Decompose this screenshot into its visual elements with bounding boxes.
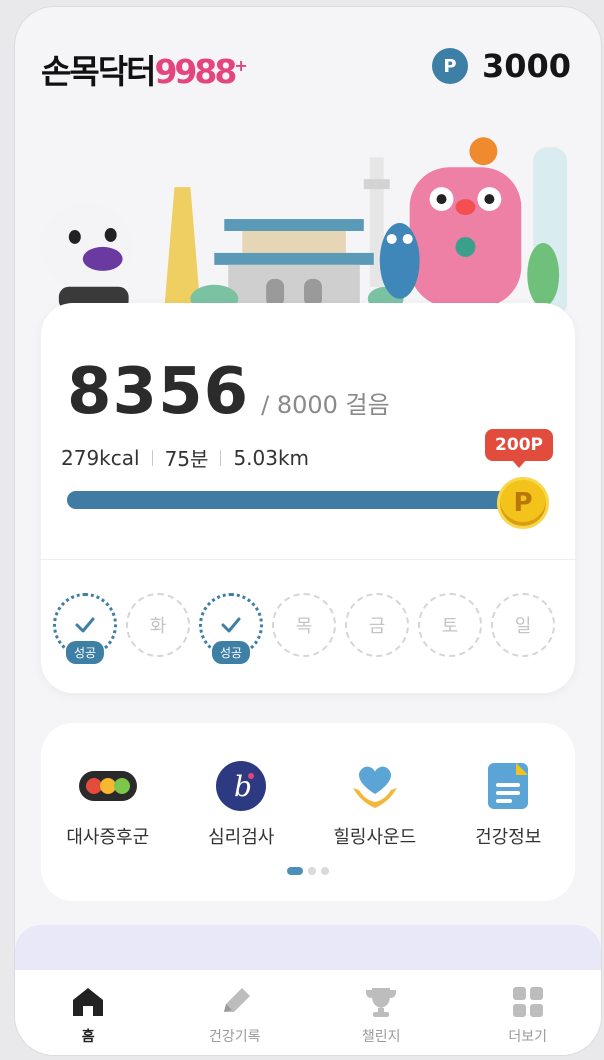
distance-stat: 5.03km (233, 445, 310, 470)
tab-label: 더보기 (508, 1029, 548, 1045)
heart-hands-icon (345, 759, 405, 813)
app-header: 손목닥터9988+ P 3000 (15, 7, 601, 127)
seoul-mascot-banner (40, 137, 568, 317)
step-card[interactable]: 8356 / 8000 걸음 279kcal 75분 5.03km 200P P… (41, 303, 575, 693)
reward-coin-icon[interactable]: P (497, 477, 549, 529)
stat-divider (151, 449, 153, 466)
quick-menu-card: 대사증후군 b 심리검사 힐링사운드 건강정보 (41, 723, 575, 901)
day-label: 금 (368, 616, 386, 637)
day-2[interactable]: 성공 (199, 593, 263, 664)
page-dot (308, 867, 316, 875)
current-steps: 8356 (67, 355, 250, 429)
document-icon (478, 759, 538, 813)
menu-label: 심리검사 (208, 827, 275, 848)
tab-more[interactable]: 더보기 (468, 970, 588, 1055)
step-count: 8356 / 8000 걸음 (67, 355, 390, 429)
activity-stats: 279kcal 75분 5.03km (61, 443, 309, 472)
menu-metabolic-syndrome[interactable]: 대사증후군 (48, 759, 168, 849)
stat-divider (220, 449, 222, 466)
psych-test-icon: b (211, 759, 271, 813)
quick-menu: 대사증후군 b 심리검사 힐링사운드 건강정보 (41, 759, 575, 849)
tab-label: 챌린지 (361, 1029, 401, 1045)
menu-healing-sound[interactable]: 힐링사운드 (315, 759, 435, 849)
gold-building (164, 187, 201, 307)
points-value: 3000 (481, 47, 571, 85)
day-1[interactable]: 화 (126, 593, 190, 657)
green-creature-mascot (527, 242, 560, 307)
orange-bird-mascot (469, 137, 498, 166)
points-balance[interactable]: P 3000 (431, 47, 571, 85)
calories-stat: 279kcal (61, 445, 140, 470)
menu-label: 건강정보 (475, 827, 542, 848)
blue-creature-mascot (379, 223, 420, 299)
traffic-light-icon (78, 759, 138, 813)
day-label: 일 (514, 616, 532, 637)
weekly-streak: 성공 화성공 목 금 토 일 (53, 593, 555, 664)
check-icon (221, 617, 241, 633)
point-icon: P (431, 48, 468, 84)
page-indicator (287, 867, 329, 875)
day-0[interactable]: 성공 (53, 593, 117, 664)
page-dot (321, 867, 329, 875)
success-tag: 성공 (65, 641, 105, 664)
pencil-icon (223, 988, 250, 1012)
home-icon (73, 988, 104, 1016)
tiger-mascot (40, 203, 133, 291)
menu-psych-test[interactable]: b 심리검사 (181, 759, 301, 849)
palace-roof (224, 219, 364, 231)
app-logo: 손목닥터9988+ (41, 45, 248, 93)
day-label: 목 (295, 616, 313, 637)
page-dot-active (287, 867, 303, 875)
tab-health-record[interactable]: 건강기록 (175, 970, 295, 1055)
trophy-icon (366, 988, 397, 1017)
palace-wall (228, 264, 360, 307)
goal-steps: / 8000 걸음 (261, 391, 390, 419)
tab-label: 홈 (81, 1029, 95, 1045)
step-progress-bar (67, 491, 527, 509)
phone-screen: 손목닥터9988+ P 3000 8356 / 8000 걸음 279kcal … (14, 6, 602, 1056)
tab-home[interactable]: 홈 (28, 970, 148, 1055)
grid-icon (512, 987, 543, 1017)
day-label: 토 (441, 616, 459, 637)
success-tag: 성공 (211, 641, 251, 664)
day-3[interactable]: 목 (272, 593, 336, 657)
logo-number: 9988 (154, 52, 237, 91)
step-progress-fill (67, 491, 527, 509)
day-5[interactable]: 토 (418, 593, 482, 657)
tab-label: 건강기록 (208, 1029, 261, 1045)
day-6[interactable]: 일 (491, 593, 555, 657)
day-4[interactable]: 금 (345, 593, 409, 657)
tab-challenge[interactable]: 챌린지 (321, 970, 441, 1055)
card-divider (41, 559, 575, 560)
menu-label: 대사증후군 (66, 827, 150, 848)
menu-label: 힐링사운드 (333, 827, 417, 848)
day-label: 화 (149, 616, 167, 637)
check-icon (75, 617, 95, 633)
duration-stat: 75분 (164, 447, 209, 471)
reward-badge: 200P (485, 429, 553, 468)
logo-plus: + (234, 56, 247, 75)
bottom-tab-bar: 홈 건강기록 챌린지 더보기 (15, 969, 601, 1055)
menu-health-info[interactable]: 건강정보 (448, 759, 568, 849)
logo-text: 손목닥터 (41, 52, 156, 91)
